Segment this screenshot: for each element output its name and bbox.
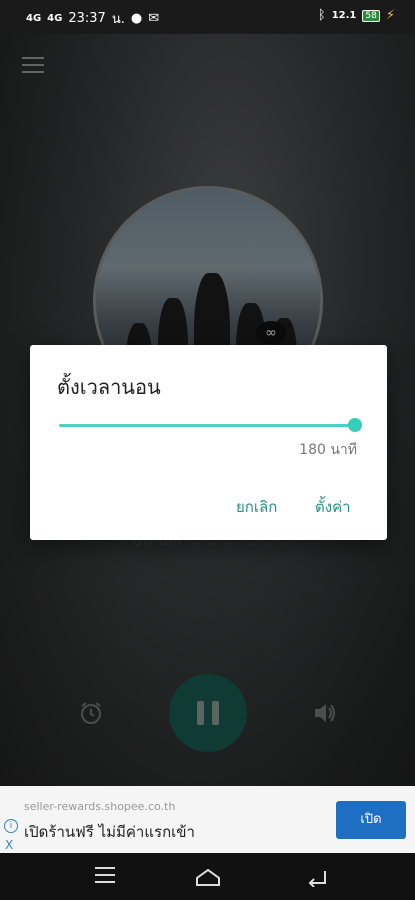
charging-icon: ⚡ <box>385 8 395 23</box>
slider-value: 180 นาที <box>299 442 357 458</box>
navigation-bar <box>0 853 415 900</box>
ad-close-icon[interactable]: X <box>5 838 13 852</box>
clock-suffix: น. <box>111 12 125 27</box>
cancel-button[interactable]: ยกเลิก <box>236 495 277 519</box>
ad-info-icon[interactable]: i <box>4 819 18 833</box>
data-speed-label: 12.1 <box>331 9 357 21</box>
ad-open-button[interactable]: เปิด <box>336 801 406 839</box>
status-right: ᛒ 12.1 58 ⚡ <box>318 8 395 23</box>
mail-icon: ✉ <box>148 11 160 26</box>
clock: 23:37 <box>68 11 106 26</box>
slider-thumb[interactable] <box>348 418 362 432</box>
sleep-timer-dialog: ตั้งเวลานอน 180 นาที ยกเลิก ตั้งค่า <box>30 345 387 540</box>
ad-text: เปิดร้านฟรี ไม่มีค่าแรกเข้า <box>24 823 195 841</box>
signal-2-label: 4G <box>47 12 63 24</box>
bluetooth-icon: ᛒ <box>317 8 326 23</box>
dialog-title: ตั้งเวลานอน <box>57 375 161 399</box>
signal-1-label: 4G <box>26 12 42 24</box>
notification-icon: ● <box>130 11 143 26</box>
ad-banner[interactable]: i X seller-rewards.shopee.co.th เปิดร้าน… <box>0 786 415 853</box>
ad-url: seller-rewards.shopee.co.th <box>24 800 176 813</box>
battery-icon: 58 <box>362 9 380 22</box>
back-icon[interactable] <box>305 867 329 888</box>
home-icon[interactable] <box>195 867 221 887</box>
status-left: 4G 4G 23:37 น. ● ✉ <box>26 8 159 29</box>
set-button[interactable]: ตั้งค่า <box>315 495 351 519</box>
slider-track[interactable] <box>59 424 357 427</box>
status-bar: 4G 4G 23:37 น. ● ✉ ᛒ 12.1 58 ⚡ <box>0 0 415 34</box>
recent-apps-icon[interactable] <box>95 867 115 883</box>
